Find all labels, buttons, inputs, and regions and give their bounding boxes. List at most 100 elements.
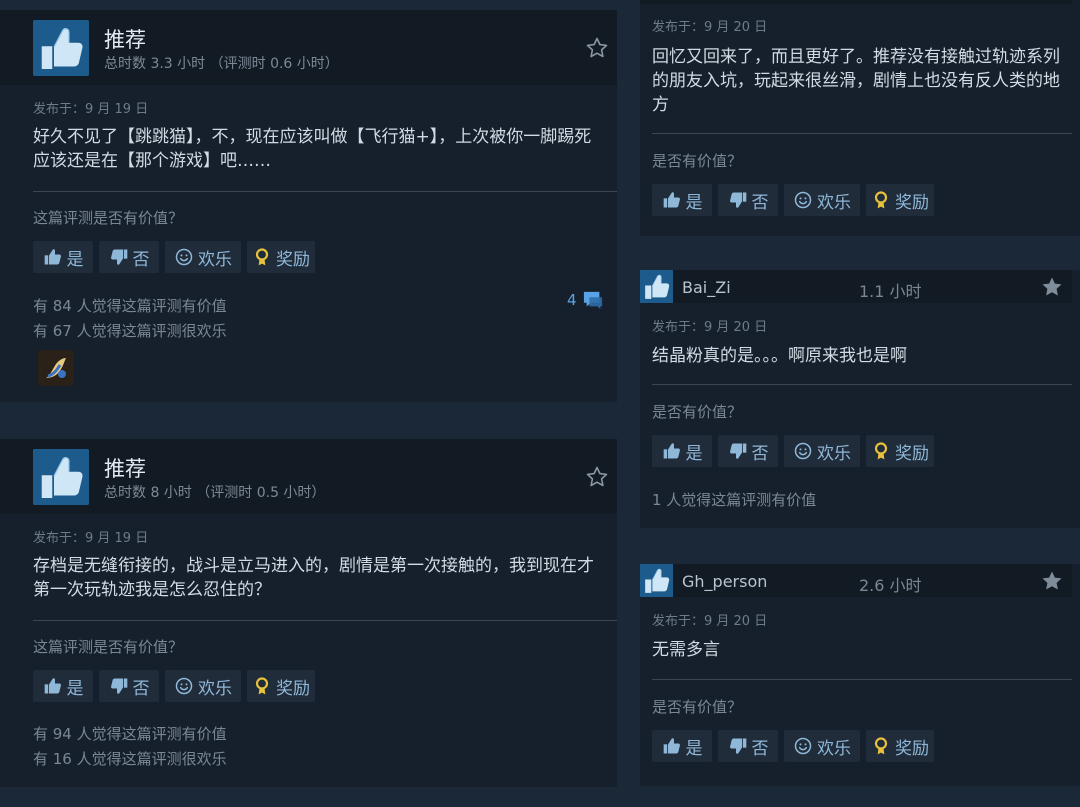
comment-count: 4	[567, 291, 577, 309]
thumbs-up-icon	[33, 449, 89, 505]
award-ribbon-icon	[871, 441, 891, 461]
award-button[interactable]: 奖励	[866, 730, 934, 762]
award-badge-icon[interactable]	[38, 350, 74, 386]
recommendation-label[interactable]: 推荐	[104, 24, 146, 54]
helpful-question: 这篇评测是否有价值？	[33, 638, 184, 656]
helpful-count: 有 84 人觉得这篇评测有价值	[33, 297, 227, 315]
helpful-count: 1 人觉得这篇评测有价值	[652, 491, 817, 509]
post-date: 发布于：9 月 20 日	[652, 614, 768, 629]
thumbs-down-icon	[109, 676, 129, 696]
vote-funny-button[interactable]: 欢乐	[165, 670, 241, 702]
thumbs-up-icon	[640, 270, 673, 303]
divider	[652, 679, 1072, 680]
review-header	[0, 439, 617, 514]
vote-no-button[interactable]: 否	[99, 670, 159, 702]
comment-icon	[582, 290, 604, 310]
funny-count: 有 67 人觉得这篇评测很欢乐	[33, 322, 227, 340]
vote-funny-button[interactable]: 欢乐	[784, 730, 860, 762]
thumbs-down-icon	[728, 190, 748, 210]
playtime: 2.6 小时	[859, 576, 922, 595]
vote-funny-label: 欢乐	[817, 192, 851, 213]
post-date: 发布于：9 月 19 日	[33, 531, 149, 546]
helpful-count: 有 94 人觉得这篇评测有价值	[33, 725, 227, 743]
username[interactable]: Bai_Zi	[682, 278, 731, 297]
vote-no-label: 否	[751, 192, 769, 213]
post-date: 发布于：9 月 20 日	[652, 20, 768, 35]
vote-yes-button[interactable]: 是	[652, 435, 712, 467]
comment-card: 发布于：9 月 20 日 回忆又回来了，而且更好了。推荐没有接触过轨迹系列的朋友…	[640, 0, 1080, 236]
divider	[652, 133, 1072, 134]
vote-yes-label: 是	[685, 443, 703, 464]
vote-funny-label: 欢乐	[198, 678, 232, 699]
review-text: 存档是无缝衔接的，战斗是立马进入的，剧情是第一次接触的，我到现在才第一次玩轨迹我…	[33, 556, 594, 600]
thumbs-up-icon	[662, 190, 682, 210]
comment-card: Gh_person 2.6 小时 发布于：9 月 20 日 无需多言 是否有价值…	[640, 564, 1080, 786]
award-label: 奖励	[276, 249, 310, 270]
helpful-question: 是否有价值？	[652, 152, 743, 170]
thumbs-up-icon	[662, 441, 682, 461]
smile-icon	[793, 190, 813, 210]
vote-funny-button[interactable]: 欢乐	[784, 435, 860, 467]
award-ribbon-icon	[252, 676, 272, 696]
star-icon[interactable]	[585, 465, 609, 489]
vote-no-button[interactable]: 否	[99, 241, 159, 273]
award-label: 奖励	[895, 192, 929, 213]
star-icon[interactable]	[1040, 569, 1064, 593]
vote-no-button[interactable]: 否	[718, 184, 778, 216]
vote-funny-label: 欢乐	[817, 738, 851, 759]
comment-count-button[interactable]: 4	[567, 290, 604, 310]
vote-no-label: 否	[132, 249, 150, 270]
vote-yes-label: 是	[685, 738, 703, 759]
star-icon[interactable]	[1040, 275, 1064, 299]
vote-yes-label: 是	[685, 192, 703, 213]
review-header	[0, 10, 617, 85]
star-icon[interactable]	[585, 36, 609, 60]
thumbs-down-icon	[728, 441, 748, 461]
playtime: 总时数 3.3 小时 （评测时 0.6 小时）	[104, 56, 339, 72]
vote-yes-button[interactable]: 是	[33, 670, 93, 702]
award-label: 奖励	[276, 678, 310, 699]
recommendation-label[interactable]: 推荐	[104, 453, 146, 483]
thumbs-up-icon	[640, 564, 673, 597]
divider	[33, 620, 617, 621]
username[interactable]: Gh_person	[682, 572, 767, 591]
award-ribbon-icon	[871, 736, 891, 756]
thumbs-up-icon	[43, 676, 63, 696]
award-ribbon-icon	[252, 247, 272, 267]
vote-funny-button[interactable]: 欢乐	[784, 184, 860, 216]
review-text: 无需多言	[652, 640, 720, 660]
award-label: 奖励	[895, 443, 929, 464]
post-date: 发布于：9 月 19 日	[33, 102, 149, 117]
vote-yes-button[interactable]: 是	[33, 241, 93, 273]
post-date: 发布于：9 月 20 日	[652, 320, 768, 335]
smile-icon	[793, 441, 813, 461]
vote-funny-button[interactable]: 欢乐	[165, 241, 241, 273]
thumbs-down-icon	[728, 736, 748, 756]
divider	[652, 384, 1072, 385]
thumbs-down-icon	[109, 247, 129, 267]
helpful-question: 是否有价值？	[652, 403, 743, 421]
vote-yes-button[interactable]: 是	[652, 730, 712, 762]
vote-yes-button[interactable]: 是	[652, 184, 712, 216]
review-text: 回忆又回来了，而且更好了。推荐没有接触过轨迹系列的朋友入坑，玩起来很丝滑，剧情上…	[652, 47, 1060, 115]
vote-no-button[interactable]: 否	[718, 730, 778, 762]
divider	[33, 191, 617, 192]
vote-no-button[interactable]: 否	[718, 435, 778, 467]
helpful-question: 这篇评测是否有价值？	[33, 209, 184, 227]
vote-funny-label: 欢乐	[198, 249, 232, 270]
vote-funny-label: 欢乐	[817, 443, 851, 464]
vote-yes-label: 是	[66, 249, 84, 270]
award-button[interactable]: 奖励	[247, 670, 315, 702]
review-card: 推荐 总时数 8 小时 （评测时 0.5 小时） 发布于：9 月 19 日 存档…	[0, 439, 617, 787]
review-card: 推荐 总时数 3.3 小时 （评测时 0.6 小时） 发布于：9 月 19 日 …	[0, 10, 617, 402]
thumbs-up-icon	[43, 247, 63, 267]
award-button[interactable]: 奖励	[247, 241, 315, 273]
vote-no-label: 否	[751, 443, 769, 464]
vote-no-label: 否	[751, 738, 769, 759]
award-ribbon-icon	[871, 190, 891, 210]
playtime: 1.1 小时	[859, 282, 922, 301]
funny-count: 有 16 人觉得这篇评测很欢乐	[33, 750, 227, 768]
award-button[interactable]: 奖励	[866, 435, 934, 467]
award-button[interactable]: 奖励	[866, 184, 934, 216]
vote-no-label: 否	[132, 678, 150, 699]
